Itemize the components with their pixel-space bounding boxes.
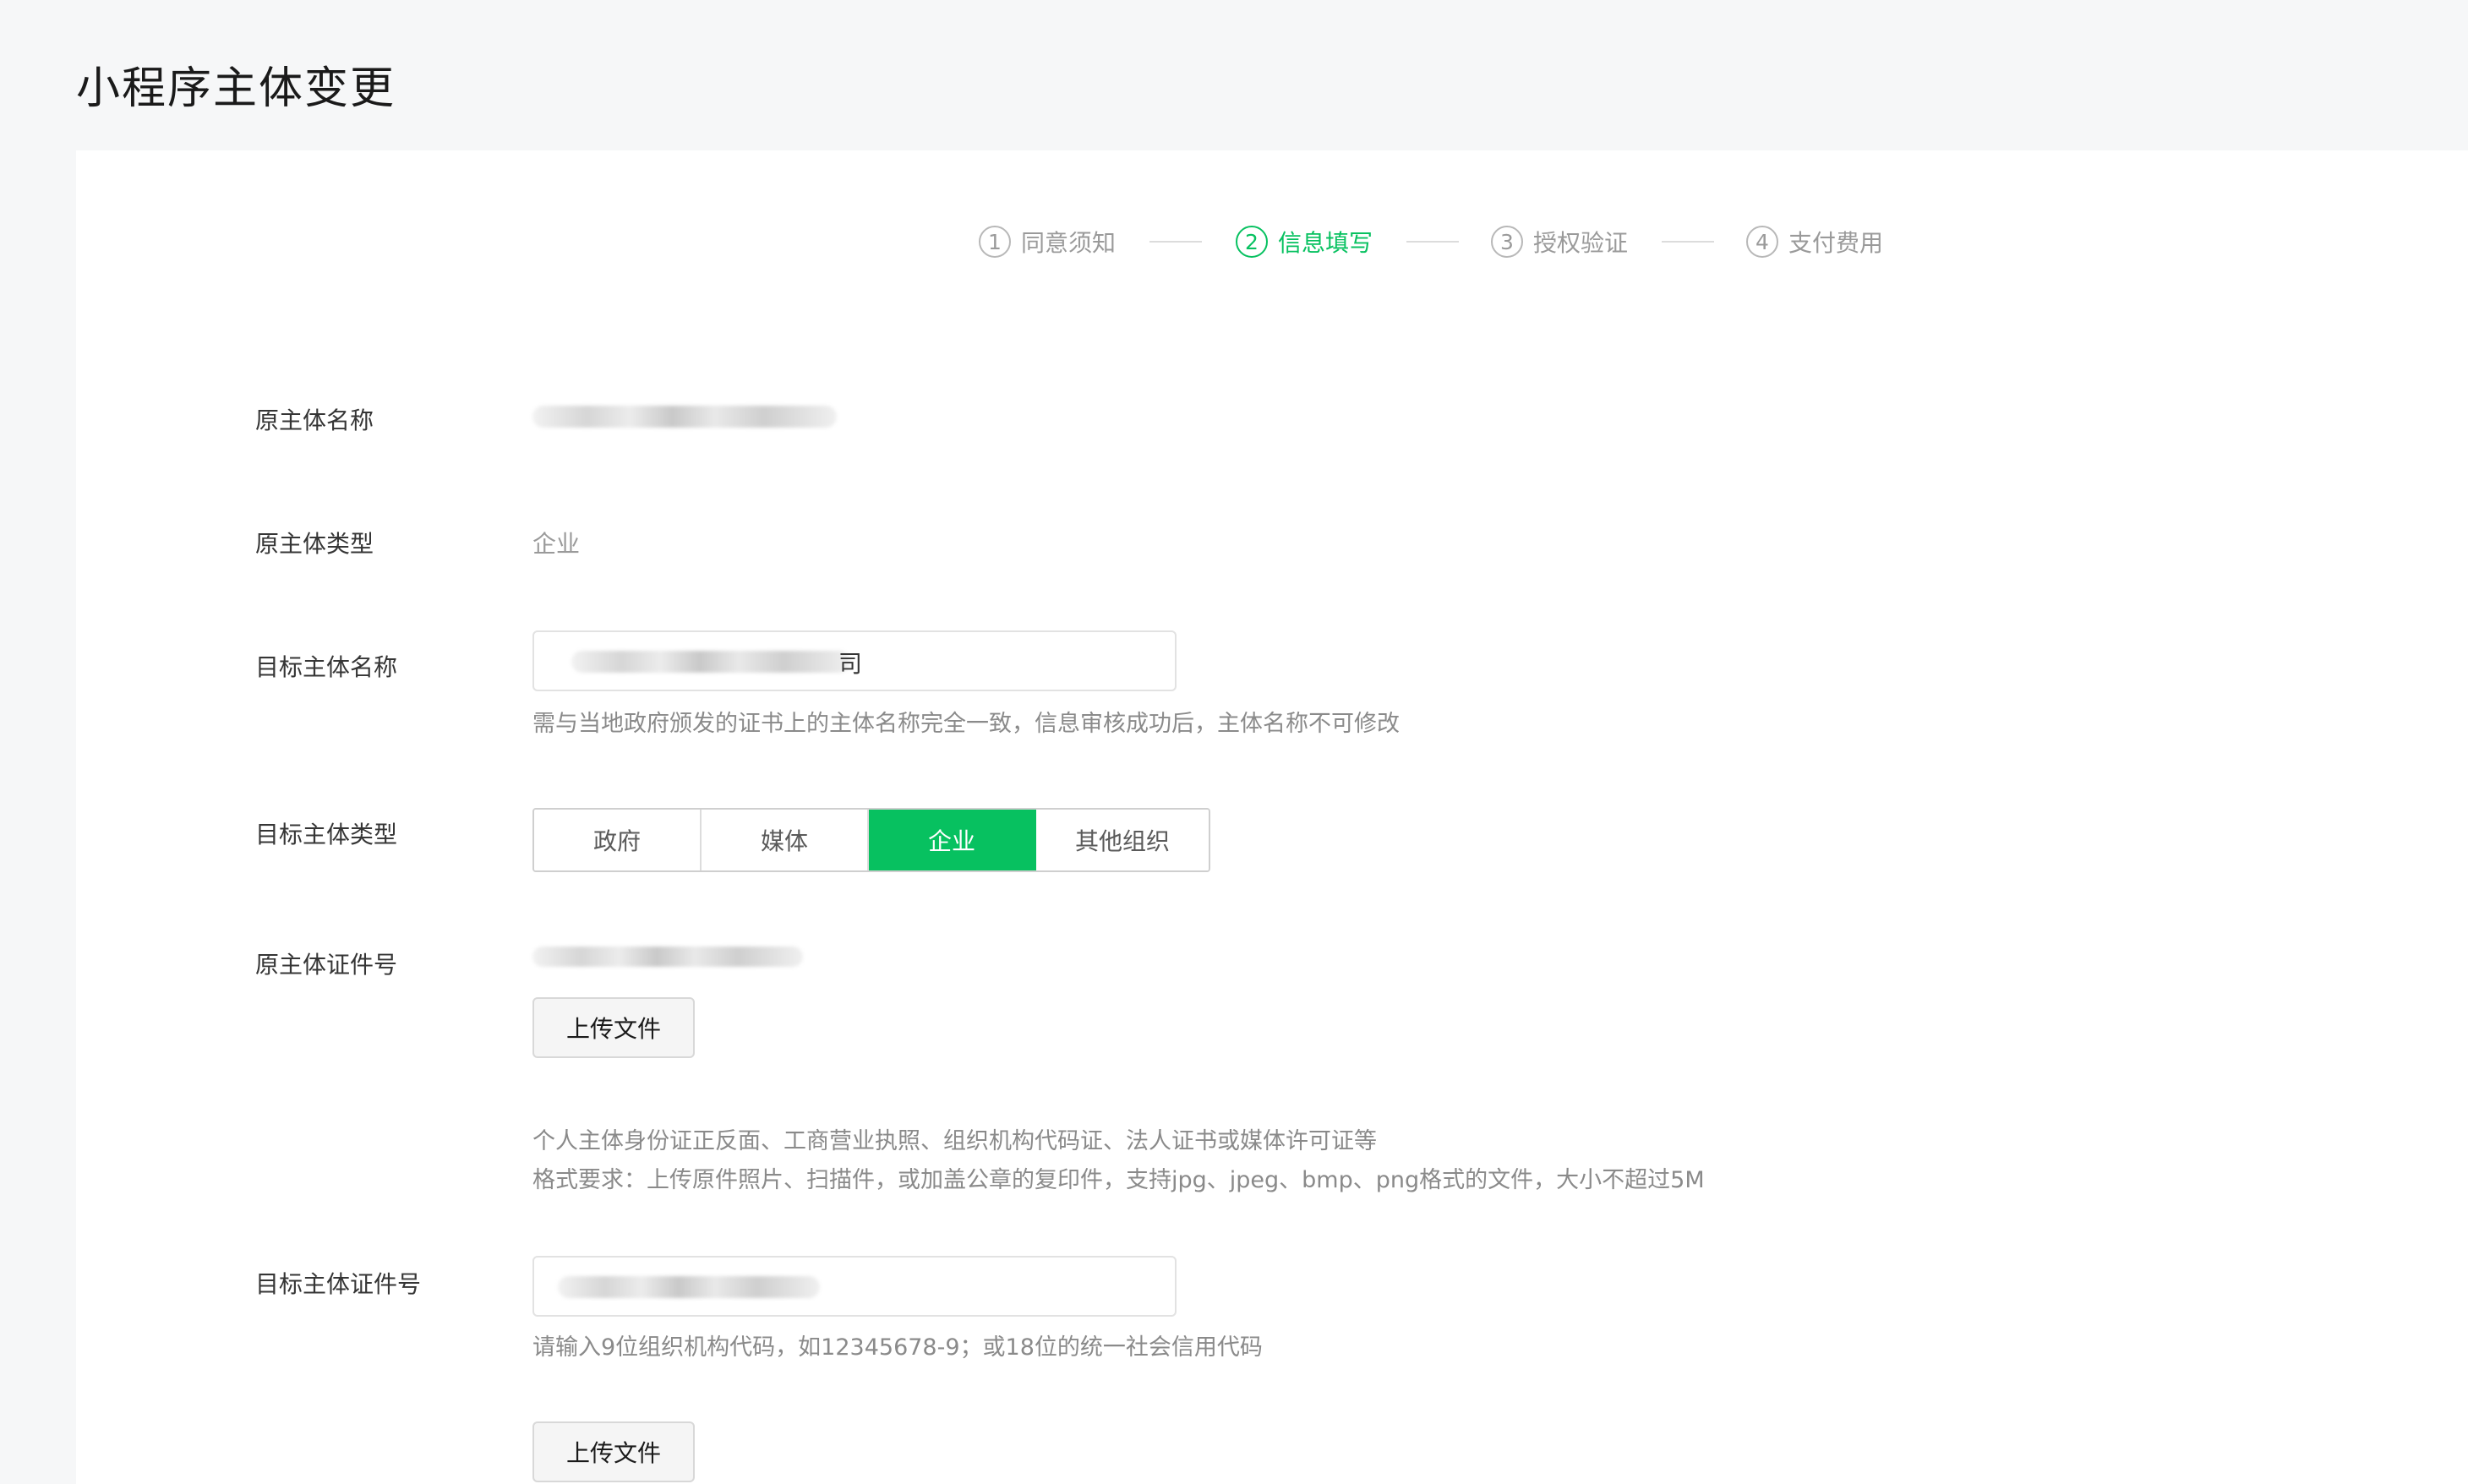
target-cert-upload-button[interactable]: 上传文件: [532, 1421, 695, 1482]
original-cert-value-redacted: [532, 947, 803, 967]
step-auth: 3 授权验证: [1491, 223, 1628, 260]
form-panel: 1 同意须知 2 信息填写 3 授权验证 4 支付费用 原主体名称 原主体类型 …: [76, 150, 2468, 1484]
target-type-label: 目标主体类型: [255, 821, 398, 848]
target-type-selector: 政府 媒体 企业 其他组织: [532, 808, 1210, 872]
original-cert-hint-line1: 个人主体身份证正反面、工商营业执照、组织机构代码证、法人证书或媒体许可证等: [532, 1128, 1377, 1154]
step-number-3: 3: [1491, 226, 1523, 258]
target-cert-label: 目标主体证件号: [255, 1270, 422, 1298]
step-connector: [1662, 241, 1714, 243]
target-name-value-tail: 司: [838, 650, 863, 678]
target-cert-value-redacted: [558, 1276, 820, 1298]
target-name-input[interactable]: 司: [532, 630, 1177, 691]
step-info: 2 信息填写: [1236, 223, 1373, 260]
step-label-agree: 同意须知: [1021, 229, 1117, 257]
page-title: 小程序主体变更: [76, 63, 396, 114]
original-cert-hint-line2: 格式要求：上传原件照片、扫描件，或加盖公章的复印件，支持jpg、jpeg、bmp…: [532, 1167, 1705, 1193]
original-name-value-redacted: [532, 406, 837, 428]
step-number-4: 4: [1746, 226, 1778, 258]
type-option-other[interactable]: 其他组织: [1036, 810, 1209, 870]
original-cert-hint: 个人主体身份证正反面、工商营业执照、组织机构代码证、法人证书或媒体许可证等 格式…: [532, 1122, 1705, 1200]
step-indicator: 1 同意须知 2 信息填写 3 授权验证 4 支付费用: [76, 150, 2468, 258]
step-pay: 4 支付费用: [1746, 223, 1883, 260]
step-number-2: 2: [1236, 226, 1268, 258]
original-name-label: 原主体名称: [255, 406, 374, 434]
type-option-enterprise[interactable]: 企业: [869, 810, 1036, 870]
step-label-auth: 授权验证: [1533, 229, 1629, 257]
step-agree: 1 同意须知: [979, 223, 1116, 260]
type-option-media[interactable]: 媒体: [702, 810, 869, 870]
target-name-label: 目标主体名称: [255, 653, 398, 681]
target-name-value-redacted: [571, 651, 850, 673]
step-connector: [1406, 241, 1459, 243]
target-cert-hint: 请输入9位组织机构代码，如12345678-9；或18位的统一社会信用代码: [532, 1334, 1263, 1361]
step-label-info: 信息填写: [1278, 229, 1373, 257]
original-cert-label: 原主体证件号: [255, 951, 398, 979]
target-cert-input[interactable]: [532, 1256, 1177, 1317]
step-number-1: 1: [979, 226, 1011, 258]
original-type-value: 企业: [532, 530, 581, 558]
original-type-label: 原主体类型: [255, 530, 374, 558]
step-connector: [1149, 241, 1202, 243]
type-option-government[interactable]: 政府: [534, 810, 702, 870]
original-cert-upload-button[interactable]: 上传文件: [532, 997, 695, 1058]
target-name-hint: 需与当地政府颁发的证书上的主体名称完全一致，信息审核成功后，主体名称不可修改: [532, 711, 1400, 737]
step-label-pay: 支付费用: [1788, 229, 1884, 257]
